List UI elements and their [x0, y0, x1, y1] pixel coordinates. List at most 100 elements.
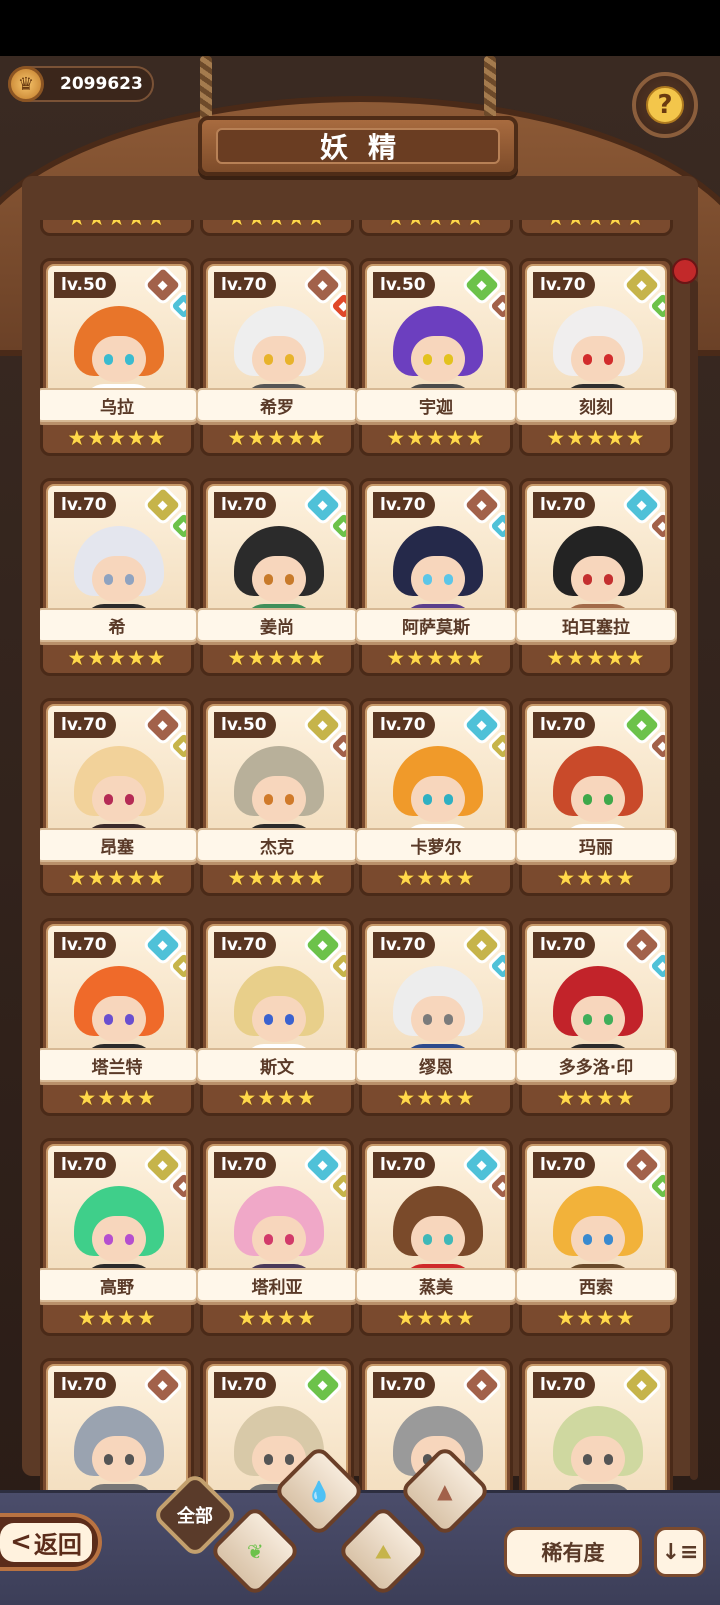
fairy-card[interactable]: lv.70 ◆ ◆ 塔兰特 ★★★★	[40, 918, 198, 1116]
earth-element-icon: ◆	[141, 1366, 185, 1407]
fairy-name: 姜尚	[260, 617, 294, 638]
help-button[interactable]: ?	[632, 72, 698, 138]
fairy-card[interactable]: lv.70 ◆	[40, 1358, 194, 1490]
fairy-card[interactable]: lv.50 ◆ ◆ 杰克 ★★★★★	[196, 698, 358, 896]
name-scroll: 昂塞	[40, 828, 198, 862]
name-scroll: 斯文	[196, 1048, 358, 1082]
fairy-name: 刻刻	[579, 397, 613, 418]
name-scroll: 希	[40, 608, 198, 642]
star-rating: ★★★★★	[200, 220, 354, 230]
ladybug-scroll-thumb[interactable]	[672, 258, 698, 284]
level-badge: lv.70	[54, 1372, 116, 1398]
fairy-card[interactable]: ◆ 贝蒂 ★★★★★	[200, 220, 354, 236]
fairy-card[interactable]: lv.70 ◆ ◆ 刻刻 ★★★★★	[515, 258, 677, 456]
back-button[interactable]: < 返回	[0, 1513, 102, 1571]
fairy-card[interactable]: lv.70 ◆ ◆ 塔利亚 ★★★★	[196, 1138, 358, 1336]
star-rating: ★★★★★	[519, 220, 673, 230]
name-scroll: 塔兰特	[40, 1048, 198, 1082]
name-scroll: 玛丽	[515, 828, 677, 862]
nature-element-icon: ◆	[301, 1366, 345, 1407]
star-rating: ★★★★	[556, 1306, 636, 1330]
level-badge: lv.70	[533, 1152, 595, 1178]
fairy-card[interactable]: lv.70 ◆	[519, 1358, 673, 1490]
fairy-card[interactable]: lv.50 ◆ ◆ 宇迦 ★★★★★	[355, 258, 517, 456]
fairy-card[interactable]: lv.70 ◆ ◆ 姜尚 ★★★★★	[196, 478, 358, 676]
star-rating: ★★★★	[77, 1086, 157, 1110]
name-scroll: 珀耳塞拉	[515, 608, 677, 642]
fairy-name: 塔利亚	[251, 1277, 303, 1298]
scroll-rail[interactable]	[690, 280, 698, 1480]
level-badge: lv.70	[214, 932, 276, 958]
level-badge: lv.70	[54, 712, 116, 738]
level-badge: lv.70	[54, 932, 116, 958]
level-badge: lv.70	[373, 712, 435, 738]
fairy-card[interactable]: lv.70 ◆ ◆ 西索 ★★★★	[515, 1138, 677, 1336]
name-scroll: 杰克	[196, 828, 358, 862]
level-badge: lv.70	[533, 932, 595, 958]
fairy-name: 多多洛·印	[558, 1057, 634, 1078]
fairy-card[interactable]: lv.70 ◆ ◆ 蒸美 ★★★★	[355, 1138, 517, 1336]
star-rating: ★★★★★	[386, 426, 486, 450]
level-badge: lv.70	[533, 492, 595, 518]
name-scroll: 刻刻	[515, 388, 677, 422]
fairy-card[interactable]: lv.70 ◆ ◆ 昂塞 ★★★★★	[40, 698, 198, 896]
star-rating: ★★★★★	[546, 646, 646, 670]
fairy-card[interactable]: lv.70 ◆ ◆ 玛丽 ★★★★	[515, 698, 677, 896]
level-badge: lv.70	[373, 1152, 435, 1178]
fairy-card[interactable]: lv.70 ◆ ◆ 卡萝尔 ★★★★	[355, 698, 517, 896]
page-title: 妖精	[319, 131, 416, 164]
fairy-name: 塔兰特	[91, 1057, 143, 1078]
star-rating: ★★★★★	[227, 646, 327, 670]
name-scroll: 多多洛·印	[515, 1048, 677, 1082]
fairy-card[interactable]: lv.70 ◆ ◆ 希罗 ★★★★★	[196, 258, 358, 456]
level-badge: lv.70	[373, 932, 435, 958]
fairy-card[interactable]: lv.70 ◆ ◆ 缪恩 ★★★★	[355, 918, 517, 1116]
fairy-portrait	[553, 1406, 643, 1490]
sort-rarity-label: 稀有度	[541, 1541, 605, 1565]
fairy-card[interactable]: lv.70 ◆ ◆ 斯文 ★★★★	[196, 918, 358, 1116]
fairy-name: 西索	[579, 1277, 613, 1298]
fairy-card[interactable]: ◆ 俾斯麦 ★★★★★	[40, 220, 194, 236]
question-icon: ?	[646, 86, 684, 124]
level-badge: lv.70	[214, 1372, 276, 1398]
name-scroll: 塔利亚	[196, 1268, 358, 1302]
sprout-icon: ❦	[246, 1538, 264, 1563]
star-rating: ★★★★	[556, 866, 636, 890]
fairy-name: 宇迦	[419, 397, 453, 418]
fairy-card[interactable]: lv.70 ◆ ◆ 多多洛·印 ★★★★	[515, 918, 677, 1116]
title-sign: 妖精	[198, 116, 518, 176]
name-scroll: 西索	[515, 1268, 677, 1302]
level-badge: lv.70	[373, 492, 435, 518]
fairy-card[interactable]: lv.70 ◆ ◆ 高野 ★★★★	[40, 1138, 198, 1336]
fairy-card[interactable]: ◆ 阿拉汀 ★★★★★	[519, 220, 673, 236]
fairy-portrait	[74, 1406, 164, 1490]
star-rating: ★★★★	[396, 1306, 476, 1330]
sort-order-button[interactable]: ↓≡	[654, 1527, 706, 1577]
fairy-card[interactable]: lv.70 ◆ ◆ 珀耳塞拉 ★★★★★	[515, 478, 677, 676]
star-rating: ★★★★	[396, 1086, 476, 1110]
fairy-name: 卡萝尔	[410, 837, 462, 858]
level-badge: lv.50	[373, 272, 435, 298]
name-scroll: 缪恩	[355, 1048, 517, 1082]
rock-icon: ▲	[437, 1478, 453, 1503]
star-rating: ★★★★★	[227, 426, 327, 450]
status-bar	[0, 0, 720, 56]
star-rating: ★★★★★	[546, 426, 646, 450]
star-rating: ★★★★★	[67, 646, 167, 670]
level-badge: lv.70	[214, 1152, 276, 1178]
back-label: 返回	[33, 1530, 82, 1559]
level-badge: lv.70	[54, 492, 116, 518]
sort-rarity-button[interactable]: 稀有度	[504, 1527, 642, 1577]
fairy-grid-viewport[interactable]: ◆ 俾斯麦 ★★★★★ ◆ 贝蒂 ★★★★★	[40, 220, 680, 1490]
fairy-name: 昂塞	[100, 837, 134, 858]
fairy-card[interactable]: lv.70 ◆ ◆ 希 ★★★★★	[40, 478, 198, 676]
mountain-icon: ⛰	[374, 1539, 392, 1563]
fairy-card[interactable]: ◆ 望 ★★★★★	[359, 220, 513, 236]
name-scroll: 卡萝尔	[355, 828, 517, 862]
fairy-name: 玛丽	[579, 837, 613, 858]
star-rating: ★★★★★	[359, 220, 513, 230]
fairy-card[interactable]: lv.70 ◆ ◆ 阿萨莫斯 ★★★★★	[355, 478, 517, 676]
fairy-card[interactable]: lv.50 ◆ ◆ 乌拉 ★★★★★	[40, 258, 198, 456]
fairy-name: 高野	[100, 1277, 134, 1298]
coin-counter: ♛ 2099623	[8, 66, 154, 102]
